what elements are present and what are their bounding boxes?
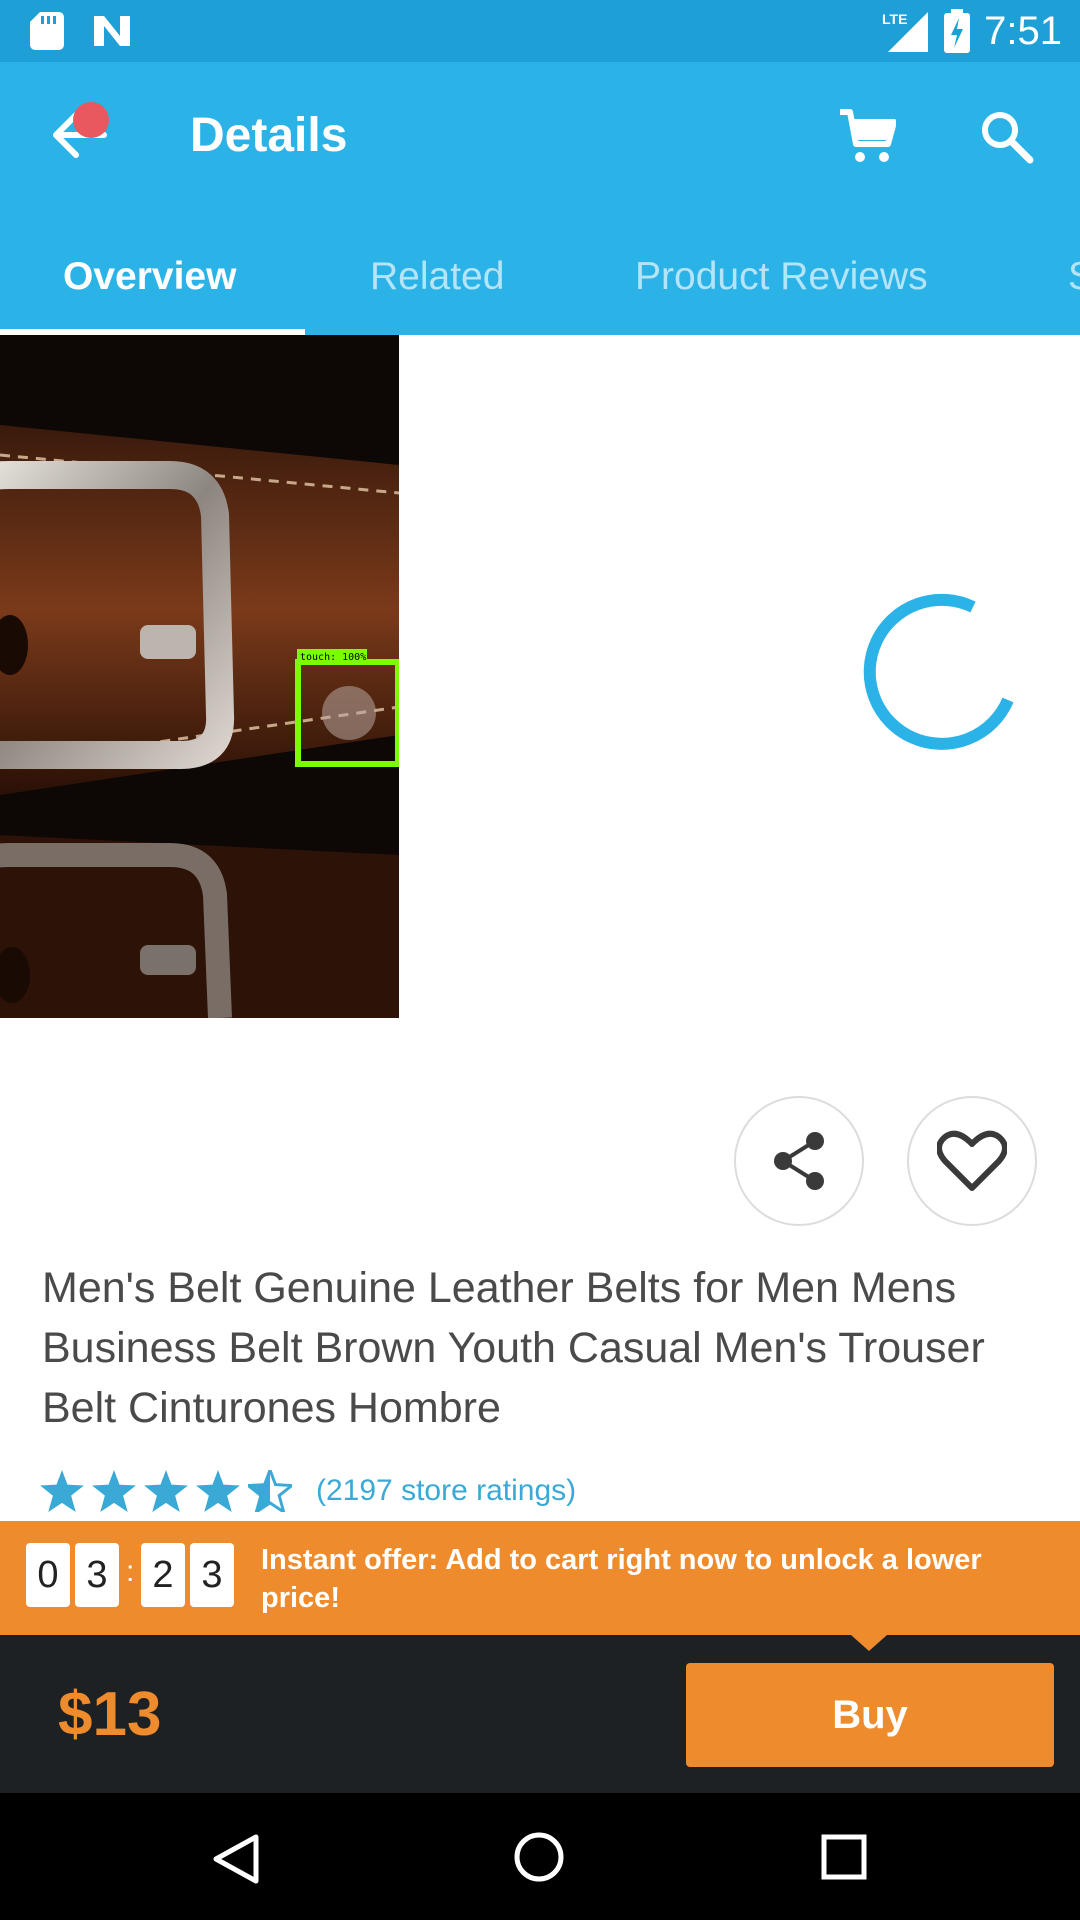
star-full-icon (92, 1470, 136, 1512)
star-full-icon (144, 1470, 188, 1512)
product-image[interactable]: touch: 100% (0, 335, 399, 1018)
price: $13 (58, 1680, 162, 1749)
page-title: Details (190, 109, 348, 162)
timer-separator: : (126, 1555, 135, 1588)
home-circle-icon[interactable] (513, 1831, 565, 1883)
timer-digit: 3 (190, 1543, 234, 1607)
loading-spinner (863, 593, 1014, 750)
share-icon (774, 1132, 824, 1190)
sd-card-icon (30, 12, 64, 50)
tab-related[interactable]: Related (370, 255, 504, 299)
tab-partial[interactable]: S (1068, 255, 1080, 299)
timer-digit: 3 (75, 1543, 119, 1607)
offer-text: Instant offer: Add to cart right now to … (261, 1544, 982, 1614)
battery-charging-icon (944, 9, 971, 53)
cart-icon[interactable] (838, 108, 896, 166)
status-right: LTE 7:51 (882, 8, 1062, 54)
star-full-icon (40, 1470, 84, 1512)
back-triangle-icon[interactable] (212, 1833, 260, 1885)
buy-button[interactable]: Buy (686, 1663, 1054, 1767)
wishlist-button[interactable] (907, 1096, 1037, 1226)
belt-illustration: touch: 100% (0, 335, 399, 1018)
touch-overlay-label: touch: 100% (300, 652, 366, 663)
search-icon[interactable] (978, 108, 1036, 166)
offer-pointer (851, 1635, 887, 1651)
heart-icon (937, 1130, 1007, 1191)
tab-product-reviews[interactable]: Product Reviews (635, 255, 928, 299)
recents-square-icon[interactable] (821, 1834, 867, 1880)
notification-dot (73, 102, 109, 138)
status-left (30, 12, 132, 50)
lte-signal-icon: LTE (882, 11, 929, 52)
lte-label: LTE (882, 11, 907, 27)
instant-offer-banner[interactable]: 0 3 : 2 3 Instant offer: Add to cart rig… (0, 1521, 1080, 1635)
tab-bar: Overview Related Product Reviews S (0, 245, 1080, 335)
product-title: Men's Belt Genuine Leather Belts for Men… (42, 1264, 985, 1432)
star-half-icon (248, 1470, 292, 1512)
share-button[interactable] (734, 1096, 864, 1226)
rating-row[interactable]: (2197 store ratings) (40, 1470, 576, 1512)
n-logo-icon (94, 16, 130, 46)
star-full-icon (196, 1470, 240, 1512)
tab-overview[interactable]: Overview (63, 255, 236, 299)
system-nav-bar (0, 1793, 1080, 1920)
ratings-count[interactable]: (2197 store ratings) (316, 1474, 576, 1508)
status-time: 7:51 (984, 8, 1062, 53)
timer-digit: 0 (26, 1543, 70, 1607)
status-bar: LTE 7:51 (0, 0, 1080, 62)
purchase-bar: $13 Buy (0, 1635, 1080, 1793)
timer-digit: 2 (141, 1543, 185, 1607)
